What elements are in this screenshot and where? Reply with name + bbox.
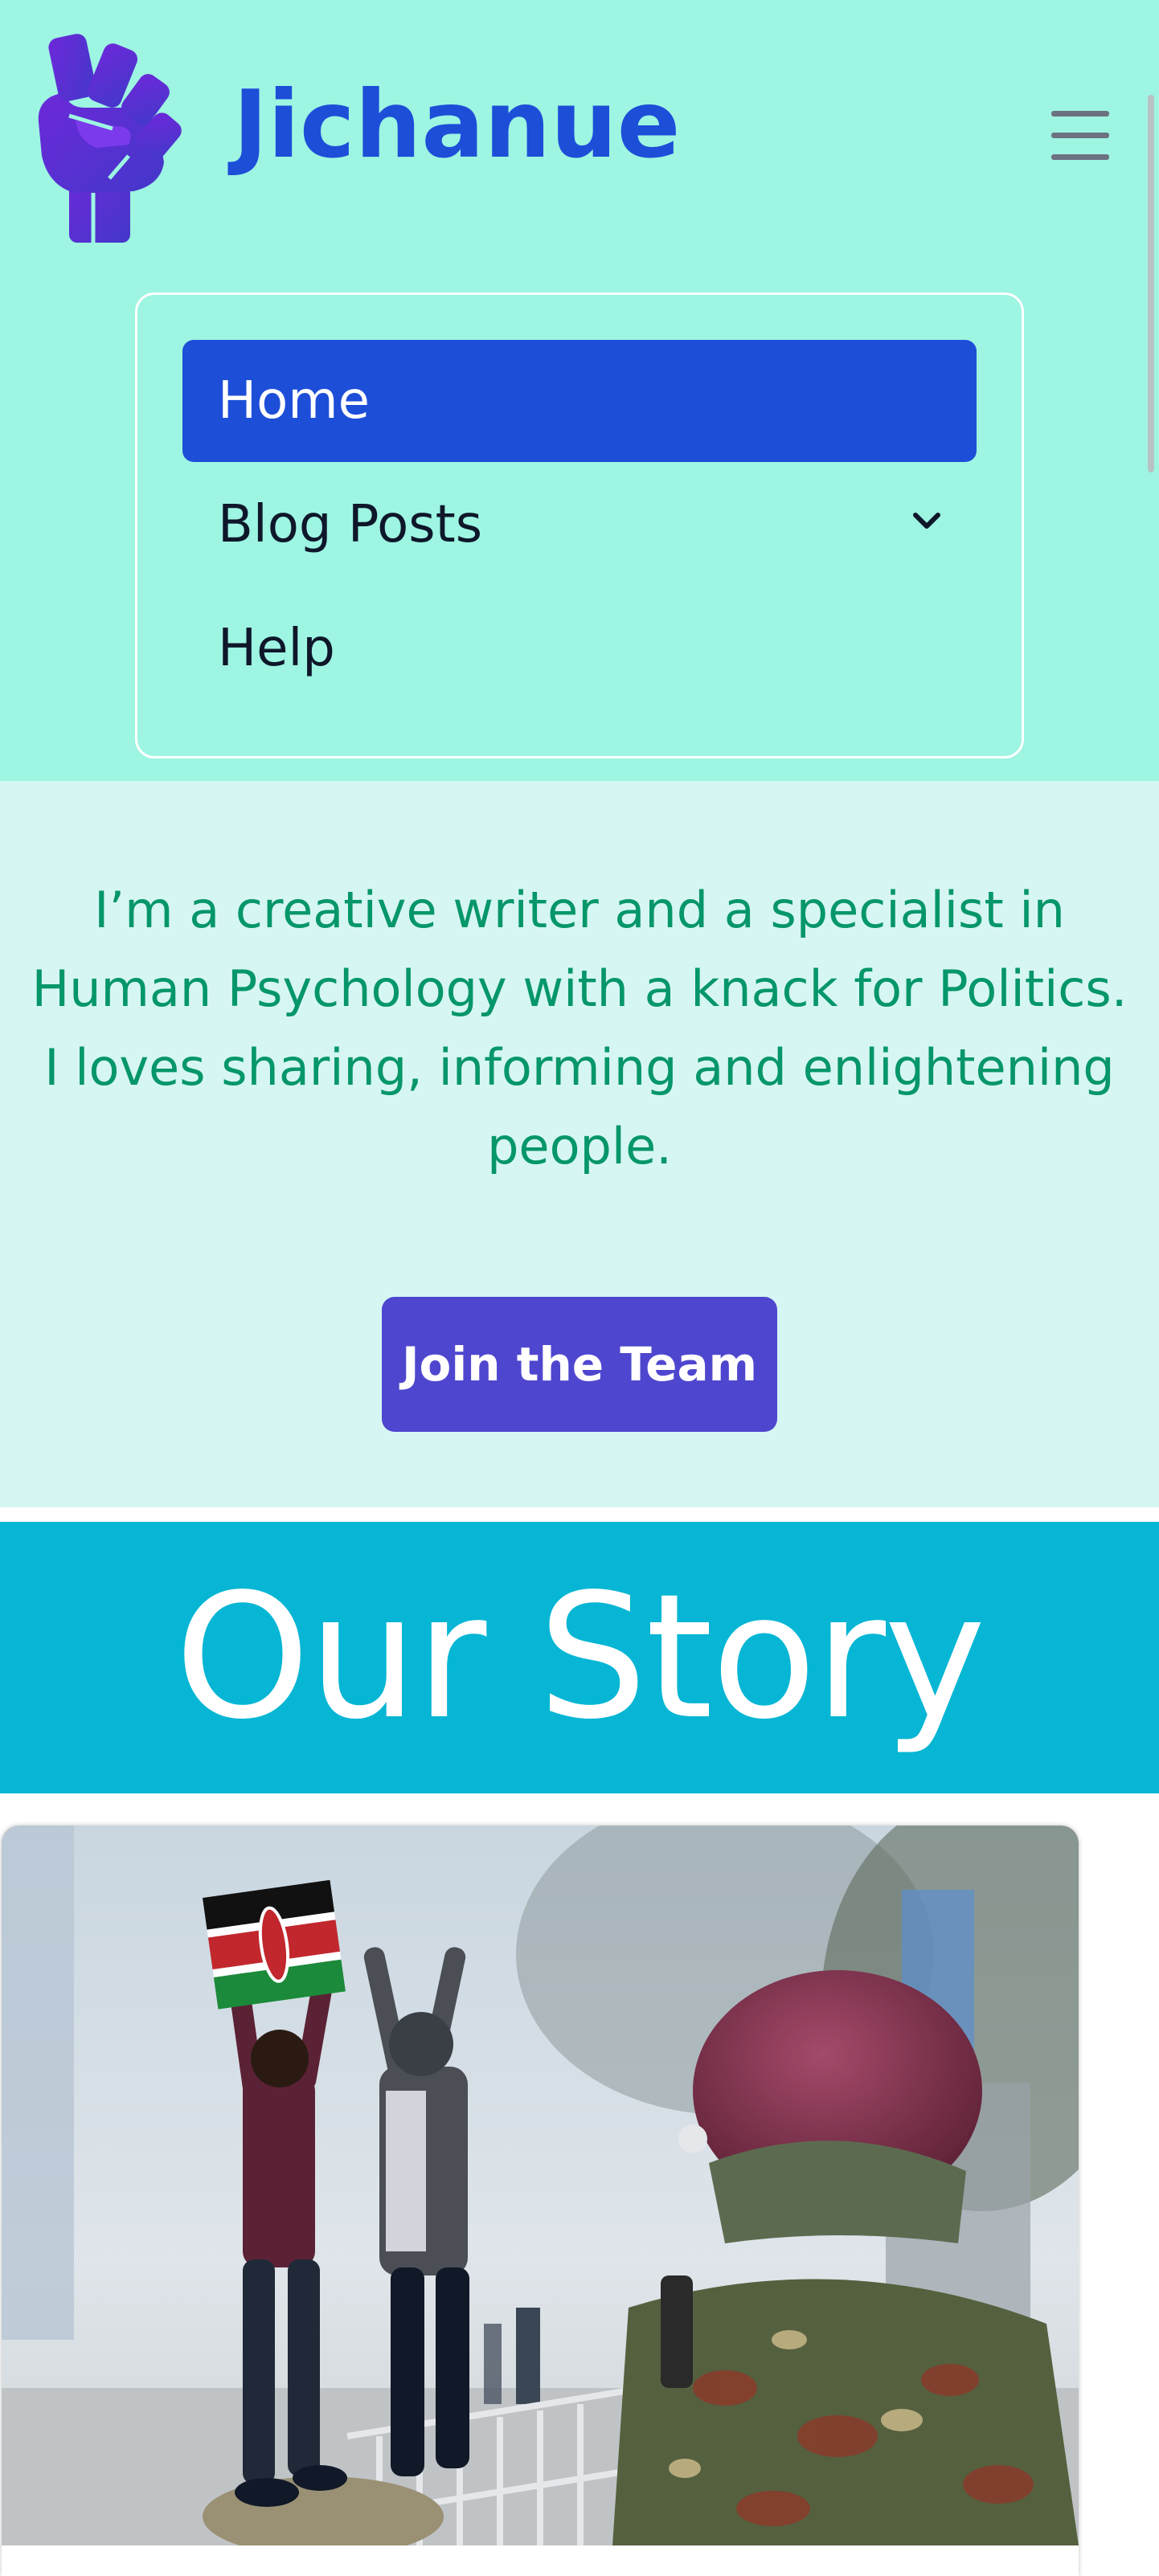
nav-item-help[interactable]: Help xyxy=(182,587,977,709)
story-card[interactable] xyxy=(2,1826,1079,2576)
raised-fist-icon[interactable] xyxy=(32,27,190,244)
nav-item-label: Blog Posts xyxy=(218,495,483,554)
story-title: Our Story xyxy=(174,1557,985,1757)
nav-item-home[interactable]: Home xyxy=(182,340,977,462)
protest-photo xyxy=(2,1826,1079,2545)
page: Jichanue Home Blog Posts Help I’m a crea… xyxy=(0,0,1159,2576)
hamburger-line xyxy=(1051,111,1109,117)
chevron-down-icon[interactable] xyxy=(909,504,944,539)
hamburger-line xyxy=(1051,154,1109,160)
scrollbar-thumb[interactable] xyxy=(1148,95,1154,472)
nav-item-blog-posts[interactable]: Blog Posts xyxy=(182,464,977,586)
site-header: Jichanue Home Blog Posts Help xyxy=(0,0,1159,781)
hamburger-line xyxy=(1051,133,1109,138)
nav-item-label: Help xyxy=(218,619,335,678)
hamburger-menu-icon[interactable] xyxy=(1051,111,1109,161)
hero-text: I’m a creative writer and a specialist i… xyxy=(31,881,1128,1176)
story-banner: Our Story xyxy=(0,1522,1159,1793)
hero-section: I’m a creative writer and a specialist i… xyxy=(0,781,1159,1507)
nav-menu: Home Blog Posts Help xyxy=(135,292,1024,758)
brand-name[interactable]: Jichanue xyxy=(233,79,680,172)
join-team-button[interactable]: Join the Team xyxy=(382,1297,777,1432)
nav-item-label: Home xyxy=(218,371,370,431)
